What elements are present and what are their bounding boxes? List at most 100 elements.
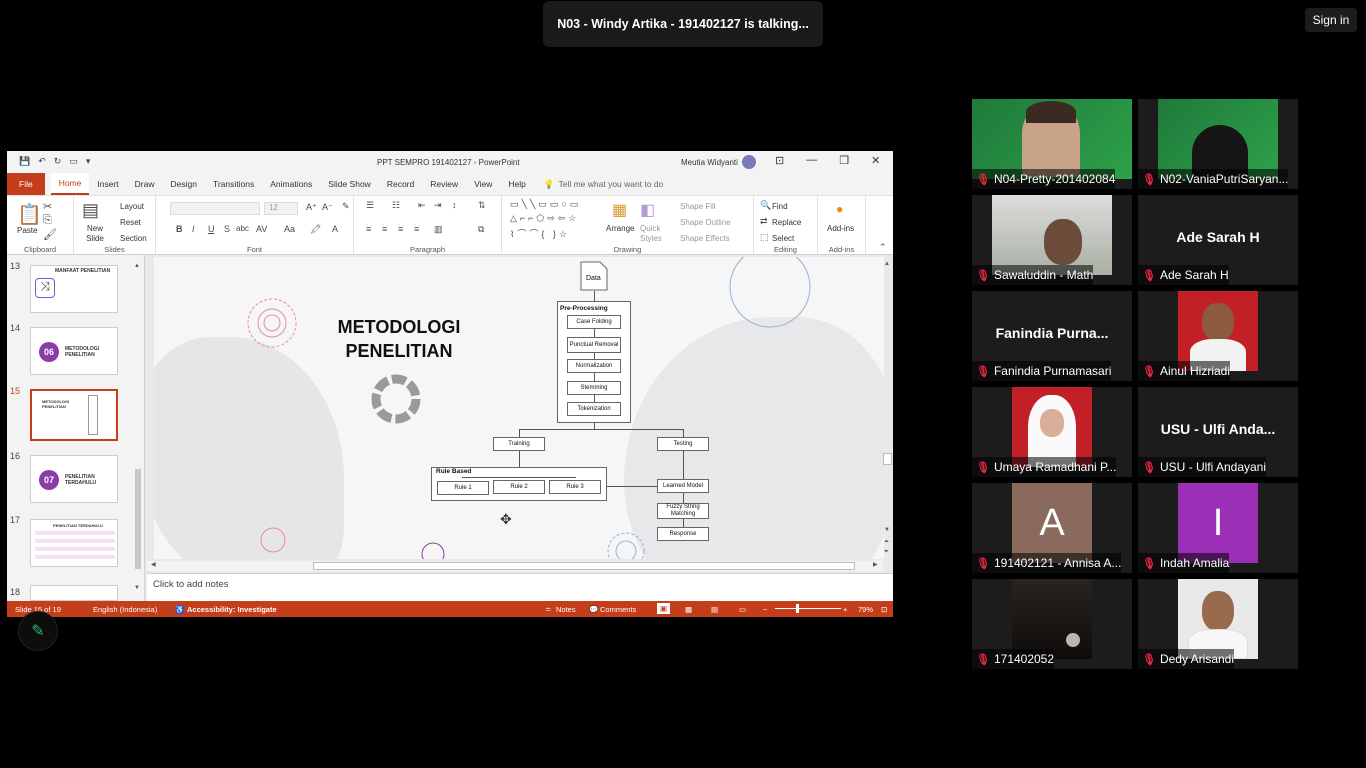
maximize-icon[interactable]: ❐ bbox=[839, 154, 849, 167]
slide-vertical-scrollbar[interactable]: ▲ ▼ ⏶ ⏷ bbox=[883, 261, 893, 561]
thumbnails-scrollbar[interactable]: ▲ ▼ bbox=[134, 263, 142, 593]
tab-help[interactable]: Help bbox=[500, 173, 533, 195]
bullets-icon[interactable]: ☰ bbox=[366, 200, 374, 211]
shapes-gallery-row2-icon[interactable]: △⌐⌐⬠⇨⇦☆ bbox=[510, 213, 579, 224]
change-case-icon[interactable]: Aa bbox=[284, 224, 295, 234]
find-button[interactable]: Find bbox=[772, 202, 788, 211]
clear-format-icon[interactable]: ✎ bbox=[342, 201, 350, 212]
step-stemming[interactable]: Stemming bbox=[567, 381, 621, 395]
italic-icon[interactable]: I bbox=[192, 224, 195, 234]
shape-fill-button[interactable]: Shape Fill bbox=[680, 202, 716, 211]
font-name-select[interactable] bbox=[170, 202, 260, 215]
slideshow-icon[interactable]: ▭ bbox=[739, 605, 746, 614]
slide-thumbnail-17[interactable]: PENELITIAN TERDAHULU bbox=[30, 519, 118, 567]
shape-outline-button[interactable]: Shape Outline bbox=[680, 218, 731, 227]
ribbon-display-icon[interactable]: ⊡ bbox=[775, 154, 784, 167]
participant-tile[interactable]: 🎙 Umaya Ramadhani P... bbox=[972, 387, 1132, 477]
slide-sorter-icon[interactable]: ▦ bbox=[685, 605, 692, 614]
flow-fuzzy-string-matching[interactable]: Fuzzy String Matching bbox=[657, 503, 709, 519]
step-case-folding[interactable]: Case Folding bbox=[567, 315, 621, 329]
customize-icon[interactable]: ▾ bbox=[86, 156, 91, 167]
participant-tile[interactable]: 🎙 Dedy Arisandi bbox=[1138, 579, 1298, 669]
tab-file[interactable]: File bbox=[7, 173, 45, 195]
scroll-down-icon[interactable]: ▼ bbox=[134, 585, 140, 591]
previous-slide-icon[interactable]: ⏶ bbox=[884, 539, 889, 546]
slide-canvas[interactable]: METODOLOGI PENELITIAN Data Pre-Processin… bbox=[154, 257, 884, 559]
sign-in-button[interactable]: Sign in bbox=[1305, 8, 1357, 32]
slide-thumbnail-13[interactable]: MANFAAT PENELITIAN ⤨ bbox=[30, 265, 118, 313]
arrange-button[interactable]: Arrange bbox=[606, 224, 634, 233]
tab-animations[interactable]: Animations bbox=[262, 173, 320, 195]
tab-review[interactable]: Review bbox=[422, 173, 466, 195]
tab-record[interactable]: Record bbox=[379, 173, 422, 195]
tab-insert[interactable]: Insert bbox=[89, 173, 126, 195]
columns-icon[interactable]: ▥ bbox=[434, 224, 443, 235]
flow-training[interactable]: Training bbox=[493, 437, 545, 451]
participant-tile[interactable]: Fanindia Purna... 🎙 Fanindia Purnamasari bbox=[972, 291, 1132, 381]
flow-testing[interactable]: Testing bbox=[657, 437, 709, 451]
fit-slide-icon[interactable]: ⊡ bbox=[881, 605, 887, 614]
font-size-select[interactable]: 12 bbox=[264, 202, 298, 215]
underline-icon[interactable]: U bbox=[208, 224, 215, 234]
participant-tile[interactable]: A 🎙 191402121 - Annisa A... bbox=[972, 483, 1132, 573]
scroll-left-icon[interactable]: ◀ bbox=[151, 561, 156, 568]
language-indicator[interactable]: English (Indonesia) bbox=[93, 605, 157, 614]
shapes-gallery-icon[interactable]: ▭╲╲▭▭○▭ bbox=[510, 199, 581, 210]
avatar[interactable] bbox=[742, 155, 756, 169]
char-spacing-icon[interactable]: AV bbox=[256, 224, 267, 234]
zoom-slider[interactable] bbox=[775, 608, 841, 609]
present-icon[interactable]: ▭ bbox=[69, 156, 78, 167]
scroll-right-icon[interactable]: ▶ bbox=[873, 561, 878, 568]
bold-icon[interactable]: B bbox=[176, 224, 183, 234]
numbering-icon[interactable]: ☷ bbox=[392, 200, 400, 211]
tab-slide-show[interactable]: Slide Show bbox=[320, 173, 379, 195]
collapse-ribbon-icon[interactable]: ⌃ bbox=[879, 242, 887, 253]
scrollbar-thumb[interactable] bbox=[135, 469, 141, 569]
comments-button[interactable]: Comments bbox=[600, 605, 636, 614]
step-normalization[interactable]: Normalization bbox=[567, 359, 621, 373]
slide-thumbnail-16[interactable]: 07 PENELITIAN TERDAHULU bbox=[30, 455, 118, 503]
annotate-button[interactable]: ✎ bbox=[18, 611, 58, 651]
new-slide-icon[interactable]: ▤ bbox=[82, 200, 99, 221]
participant-tile[interactable]: 🎙 N02-VaniaPutriSaryan... bbox=[1138, 99, 1298, 189]
zoom-level[interactable]: 79% bbox=[858, 605, 873, 614]
save-icon[interactable]: 💾 bbox=[19, 156, 30, 167]
next-slide-icon[interactable]: ⏷ bbox=[884, 549, 889, 556]
copy-icon[interactable]: ⎘ bbox=[43, 214, 52, 227]
decrease-font-icon[interactable]: A⁻ bbox=[322, 202, 333, 213]
font-color-icon[interactable]: A bbox=[332, 224, 338, 234]
layout-button[interactable]: Layout bbox=[120, 202, 144, 211]
quick-styles-icon[interactable]: ◧ bbox=[640, 200, 655, 220]
participant-tile[interactable]: Ade Sarah H 🎙 Ade Sarah H bbox=[1138, 195, 1298, 285]
flow-learned-model[interactable]: Learned Model bbox=[657, 479, 709, 493]
close-icon[interactable]: ✕ bbox=[871, 154, 880, 167]
normal-view-icon[interactable]: ▣ bbox=[657, 603, 671, 614]
slide-thumbnail-18[interactable] bbox=[30, 585, 118, 601]
align-right-icon[interactable]: ≡ bbox=[398, 224, 403, 234]
decrease-indent-icon[interactable]: ⇤ bbox=[418, 200, 426, 211]
rule-2[interactable]: Rule 2 bbox=[493, 480, 545, 494]
format-painter-icon[interactable]: 🖌 bbox=[43, 228, 57, 241]
scrollbar-thumb[interactable] bbox=[313, 562, 855, 570]
slide-title[interactable]: METODOLOGI PENELITIAN bbox=[314, 315, 484, 363]
increase-font-icon[interactable]: A⁺ bbox=[306, 202, 317, 213]
redo-icon[interactable]: ↻ bbox=[54, 156, 62, 167]
shapes-gallery-row3-icon[interactable]: ⌇⌒⌒{ }☆ bbox=[510, 227, 570, 240]
new-slide-button[interactable]: New Slide bbox=[80, 224, 110, 244]
scroll-down-icon[interactable]: ▼ bbox=[884, 527, 890, 533]
scroll-up-icon[interactable]: ▲ bbox=[134, 263, 140, 269]
text-direction-icon[interactable]: ⇅ bbox=[478, 200, 486, 211]
tab-view[interactable]: View bbox=[466, 173, 500, 195]
highlight-icon[interactable]: 🖍 bbox=[310, 224, 321, 235]
flow-response[interactable]: Response bbox=[657, 527, 709, 541]
add-ins-button[interactable]: Add-ins bbox=[827, 224, 854, 233]
step-tokenization[interactable]: Tokenization bbox=[567, 402, 621, 416]
rule-3[interactable]: Rule 3 bbox=[549, 480, 601, 494]
slide-horizontal-scrollbar[interactable]: ◀ ▶ bbox=[147, 561, 883, 571]
scrollbar-thumb[interactable] bbox=[883, 453, 892, 465]
slide-thumbnail-14[interactable]: 06 METODOLOGI PENELITIAN bbox=[30, 327, 118, 375]
replace-button[interactable]: Replace bbox=[772, 218, 801, 227]
participant-tile[interactable]: 🎙 Ainul Hizriadi bbox=[1138, 291, 1298, 381]
paste-button[interactable]: Paste bbox=[17, 226, 37, 235]
participant-tile[interactable]: 🎙 171402052 bbox=[972, 579, 1132, 669]
